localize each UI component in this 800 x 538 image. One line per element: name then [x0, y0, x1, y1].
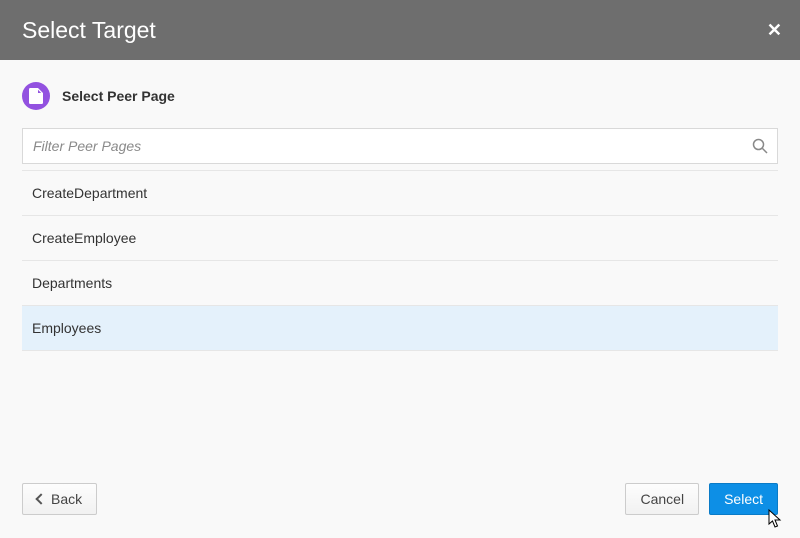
dialog-title: Select Target	[22, 17, 156, 44]
peer-page-list: CreateDepartment CreateEmployee Departme…	[22, 170, 778, 351]
select-button[interactable]: Select	[709, 483, 778, 515]
section-title-label: Select Peer Page	[62, 88, 175, 104]
close-icon[interactable]: ✕	[767, 21, 782, 39]
section-title: Select Peer Page	[22, 82, 778, 110]
footer-right: Cancel Select	[625, 483, 778, 515]
list-item[interactable]: Employees	[22, 306, 778, 351]
dialog-header: Select Target ✕	[0, 0, 800, 60]
dialog-content: Select Peer Page CreateDepartment Create…	[0, 60, 800, 351]
dialog-footer: Back Cancel Select	[0, 474, 800, 538]
filter-wrap	[22, 128, 778, 164]
cancel-button[interactable]: Cancel	[625, 483, 699, 515]
back-button-label: Back	[51, 491, 82, 507]
filter-input[interactable]	[22, 128, 778, 164]
chevron-left-icon	[35, 493, 46, 504]
back-button[interactable]: Back	[22, 483, 97, 515]
list-item[interactable]: CreateDepartment	[22, 171, 778, 216]
list-item[interactable]: CreateEmployee	[22, 216, 778, 261]
list-item[interactable]: Departments	[22, 261, 778, 306]
page-icon	[22, 82, 50, 110]
